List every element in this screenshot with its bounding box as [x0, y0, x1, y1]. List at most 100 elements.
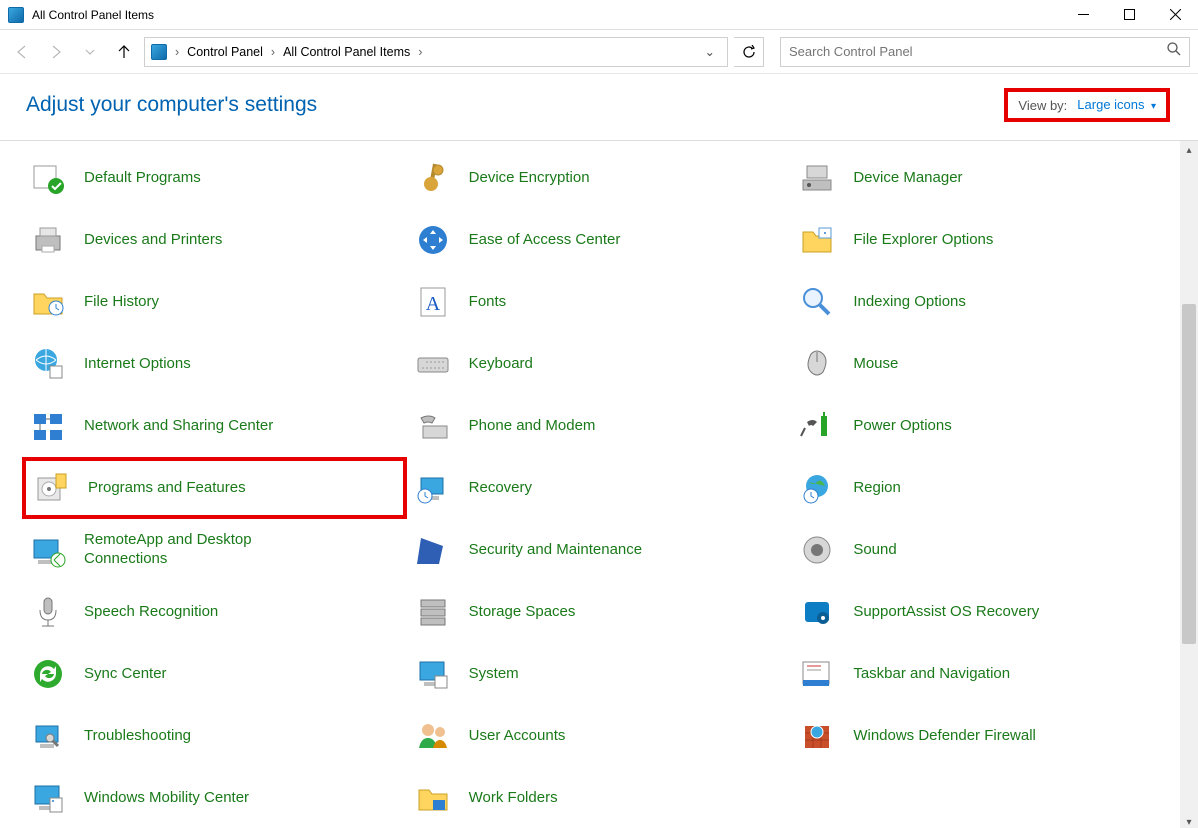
search-icon[interactable] — [1167, 42, 1181, 61]
mouse-icon — [797, 344, 837, 384]
cp-item-troubleshooting[interactable]: Troubleshooting — [22, 705, 407, 767]
network-and-sharing-center-icon — [28, 406, 68, 446]
vertical-scrollbar[interactable]: ▴ ▾ — [1180, 141, 1198, 828]
cp-item-windows-defender-firewall[interactable]: Windows Defender Firewall — [791, 705, 1176, 767]
device-encryption-icon — [413, 158, 453, 198]
search-box[interactable] — [780, 37, 1190, 67]
chevron-right-icon[interactable]: › — [414, 45, 426, 59]
breadcrumb-current[interactable]: All Control Panel Items — [283, 45, 410, 59]
cp-item-file-history[interactable]: File History — [22, 271, 407, 333]
cp-item-sync-center[interactable]: Sync Center — [22, 643, 407, 705]
cp-item-file-explorer-options[interactable]: File Explorer Options — [791, 209, 1176, 271]
cp-item-label: Fonts — [469, 293, 507, 312]
speech-recognition-icon — [28, 592, 68, 632]
cp-item-recovery[interactable]: Recovery — [407, 457, 792, 519]
cp-item-label: Devices and Printers — [84, 231, 222, 250]
refresh-button[interactable] — [734, 37, 764, 67]
remoteapp-and-desktop-connections-icon — [28, 530, 68, 570]
header-row: Adjust your computer's settings View by:… — [0, 74, 1198, 141]
cp-item-label: Storage Spaces — [469, 603, 576, 622]
cp-item-system[interactable]: System — [407, 643, 792, 705]
breadcrumb-root[interactable]: Control Panel — [187, 45, 263, 59]
cp-item-label: User Accounts — [469, 727, 566, 746]
page-title: Adjust your computer's settings — [26, 93, 317, 117]
viewby-label: View by: — [1018, 98, 1067, 113]
programs-and-features-icon — [32, 468, 72, 508]
close-button[interactable] — [1152, 0, 1198, 29]
cp-item-label: Recovery — [469, 479, 532, 498]
cp-item-security-and-maintenance[interactable]: Security and Maintenance — [407, 519, 792, 581]
cp-item-label: Mouse — [853, 355, 898, 374]
cp-item-devices-and-printers[interactable]: Devices and Printers — [22, 209, 407, 271]
cp-item-keyboard[interactable]: Keyboard — [407, 333, 792, 395]
cp-item-label: Windows Mobility Center — [84, 789, 249, 808]
cp-item-internet-options[interactable]: Internet Options — [22, 333, 407, 395]
region-icon — [797, 468, 837, 508]
cp-item-label: Phone and Modem — [469, 417, 596, 436]
cp-item-label: Keyboard — [469, 355, 533, 374]
power-options-icon — [797, 406, 837, 446]
cp-item-label: System — [469, 665, 519, 684]
cp-item-supportassist-os-recovery[interactable]: SupportAssist OS Recovery — [791, 581, 1176, 643]
cp-item-user-accounts[interactable]: User Accounts — [407, 705, 792, 767]
control-panel-icon — [8, 7, 24, 23]
file-history-icon — [28, 282, 68, 322]
cp-item-label: Device Encryption — [469, 169, 590, 188]
cp-item-power-options[interactable]: Power Options — [791, 395, 1176, 457]
cp-item-indexing-options[interactable]: Indexing Options — [791, 271, 1176, 333]
scroll-down-button[interactable]: ▾ — [1180, 813, 1198, 828]
cp-item-speech-recognition[interactable]: Speech Recognition — [22, 581, 407, 643]
recent-locations-dropdown[interactable] — [76, 38, 104, 66]
chevron-right-icon[interactable]: › — [171, 45, 183, 59]
cp-item-sound[interactable]: Sound — [791, 519, 1176, 581]
cp-item-mouse[interactable]: Mouse — [791, 333, 1176, 395]
up-button[interactable] — [110, 38, 138, 66]
chevron-down-icon[interactable]: ▾ — [1151, 101, 1156, 112]
cp-item-default-programs[interactable]: Default Programs — [22, 147, 407, 209]
cp-item-label: Programs and Features — [88, 479, 246, 498]
cp-item-label: SupportAssist OS Recovery — [853, 603, 1039, 622]
window-title: All Control Panel Items — [32, 8, 1060, 22]
view-by-selector[interactable]: View by: Large icons ▾ — [1004, 88, 1170, 122]
cp-item-label: Taskbar and Navigation — [853, 665, 1010, 684]
minimize-button[interactable] — [1060, 0, 1106, 29]
search-input[interactable] — [789, 44, 1167, 59]
cp-item-label: Sync Center — [84, 665, 167, 684]
cp-item-work-folders[interactable]: Work Folders — [407, 767, 792, 828]
maximize-button[interactable] — [1106, 0, 1152, 29]
file-explorer-options-icon — [797, 220, 837, 260]
keyboard-icon — [413, 344, 453, 384]
cp-item-label: Indexing Options — [853, 293, 966, 312]
scroll-up-button[interactable]: ▴ — [1180, 141, 1198, 159]
cp-item-programs-and-features[interactable]: Programs and Features — [22, 457, 407, 519]
cp-item-label: File History — [84, 293, 159, 312]
cp-item-device-encryption[interactable]: Device Encryption — [407, 147, 792, 209]
cp-item-phone-and-modem[interactable]: Phone and Modem — [407, 395, 792, 457]
control-panel-grid: Default Programs Device Encryption Device … — [0, 141, 1198, 828]
cp-item-ease-of-access-center[interactable]: Ease of Access Center — [407, 209, 792, 271]
device-manager-icon — [797, 158, 837, 198]
breadcrumb-dropdown[interactable]: ⌄ — [699, 44, 721, 59]
cp-item-label: Sound — [853, 541, 896, 560]
content-area: Default Programs Device Encryption Device … — [0, 141, 1198, 828]
cp-item-region[interactable]: Region — [791, 457, 1176, 519]
cp-item-remoteapp-and-desktop-connections[interactable]: RemoteApp and Desktop Connections — [22, 519, 407, 581]
user-accounts-icon — [413, 716, 453, 756]
cp-item-windows-mobility-center[interactable]: Windows Mobility Center — [22, 767, 407, 828]
cp-item-network-and-sharing-center[interactable]: Network and Sharing Center — [22, 395, 407, 457]
cp-item-taskbar-and-navigation[interactable]: Taskbar and Navigation — [791, 643, 1176, 705]
breadcrumb[interactable]: › Control Panel › All Control Panel Item… — [144, 37, 728, 67]
cp-item-storage-spaces[interactable]: Storage Spaces — [407, 581, 792, 643]
back-button[interactable] — [8, 38, 36, 66]
cp-item-label: Device Manager — [853, 169, 962, 188]
window-buttons — [1060, 0, 1198, 29]
viewby-value[interactable]: Large icons — [1077, 97, 1144, 112]
storage-spaces-icon — [413, 592, 453, 632]
scroll-thumb[interactable] — [1182, 304, 1196, 644]
chevron-right-icon[interactable]: › — [267, 45, 279, 59]
forward-button[interactable] — [42, 38, 70, 66]
cp-item-device-manager[interactable]: Device Manager — [791, 147, 1176, 209]
cp-item-fonts[interactable]: AFonts — [407, 271, 792, 333]
scroll-track[interactable] — [1180, 159, 1198, 813]
windows-mobility-center-icon — [28, 778, 68, 818]
